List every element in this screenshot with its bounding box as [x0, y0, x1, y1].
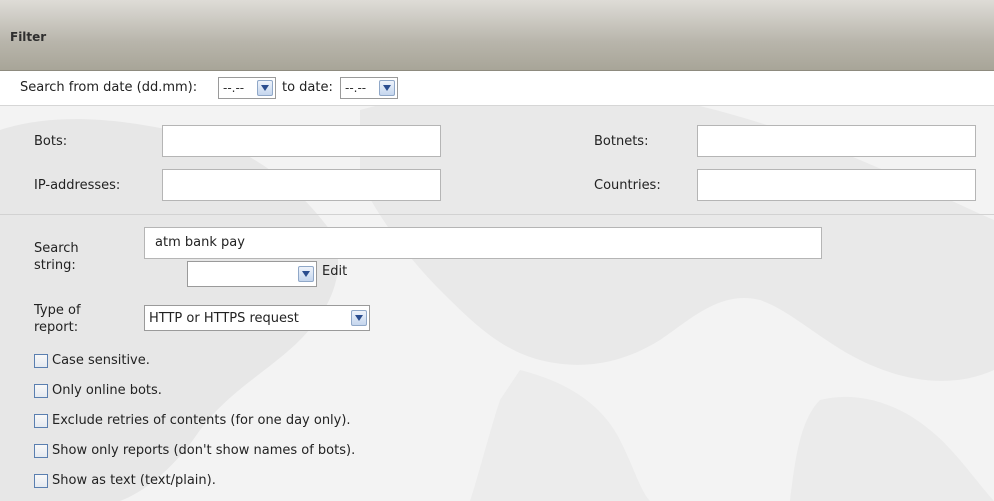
section-divider: [0, 214, 994, 215]
case-sensitive-checkbox[interactable]: [34, 354, 48, 368]
show-only-reports-checkbox[interactable]: [34, 444, 48, 458]
ip-addresses-label: IP-addresses:: [34, 178, 121, 193]
filter-header: Filter: [0, 0, 994, 71]
filter-title: Filter: [10, 30, 47, 44]
show-only-reports-label: Show only reports (don't show names of b…: [52, 443, 356, 458]
bots-input[interactable]: [162, 125, 441, 157]
search-string-input[interactable]: atm bank pay: [144, 227, 822, 259]
report-type-value: HTTP or HTTPS request: [149, 311, 299, 326]
botnets-input[interactable]: [697, 125, 976, 157]
countries-label: Countries:: [594, 178, 661, 193]
exclude-retries-label: Exclude retries of contents (for one day…: [52, 413, 351, 428]
chevron-down-icon: [379, 80, 395, 96]
chevron-down-icon: [351, 310, 367, 326]
ip-addresses-input[interactable]: [162, 169, 441, 201]
from-date-select[interactable]: --.--: [218, 77, 276, 99]
chevron-down-icon: [257, 80, 273, 96]
search-string-label-line1: Search: [34, 241, 79, 256]
to-date-label: to date:: [282, 80, 333, 95]
from-date-label: Search from date (dd.mm):: [20, 80, 198, 95]
filter-panel: Filter Search from date (dd.mm): --.-- t…: [0, 0, 994, 501]
report-type-label-line2: report:: [34, 320, 79, 335]
report-type-label-line1: Type of: [34, 303, 81, 318]
to-date-select[interactable]: --.--: [340, 77, 398, 99]
to-date-value: --.--: [345, 81, 367, 95]
search-string-value: atm bank pay: [155, 235, 245, 250]
online-bots-label: Only online bots.: [52, 383, 162, 398]
report-type-select[interactable]: HTTP or HTTPS request: [144, 305, 370, 331]
search-preset-select[interactable]: [187, 261, 317, 287]
case-sensitive-label: Case sensitive.: [52, 353, 150, 368]
show-as-text-label: Show as text (text/plain).: [52, 473, 216, 488]
bots-label: Bots:: [34, 134, 68, 149]
date-range-row: Search from date (dd.mm): --.-- to date:…: [0, 71, 994, 106]
exclude-retries-checkbox[interactable]: [34, 414, 48, 428]
show-as-text-checkbox[interactable]: [34, 474, 48, 488]
countries-input[interactable]: [697, 169, 976, 201]
search-string-label-line2: string:: [34, 258, 76, 273]
online-bots-checkbox[interactable]: [34, 384, 48, 398]
from-date-value: --.--: [223, 81, 245, 95]
chevron-down-icon: [298, 266, 314, 282]
botnets-label: Botnets:: [594, 134, 649, 149]
edit-link[interactable]: Edit: [322, 264, 347, 279]
